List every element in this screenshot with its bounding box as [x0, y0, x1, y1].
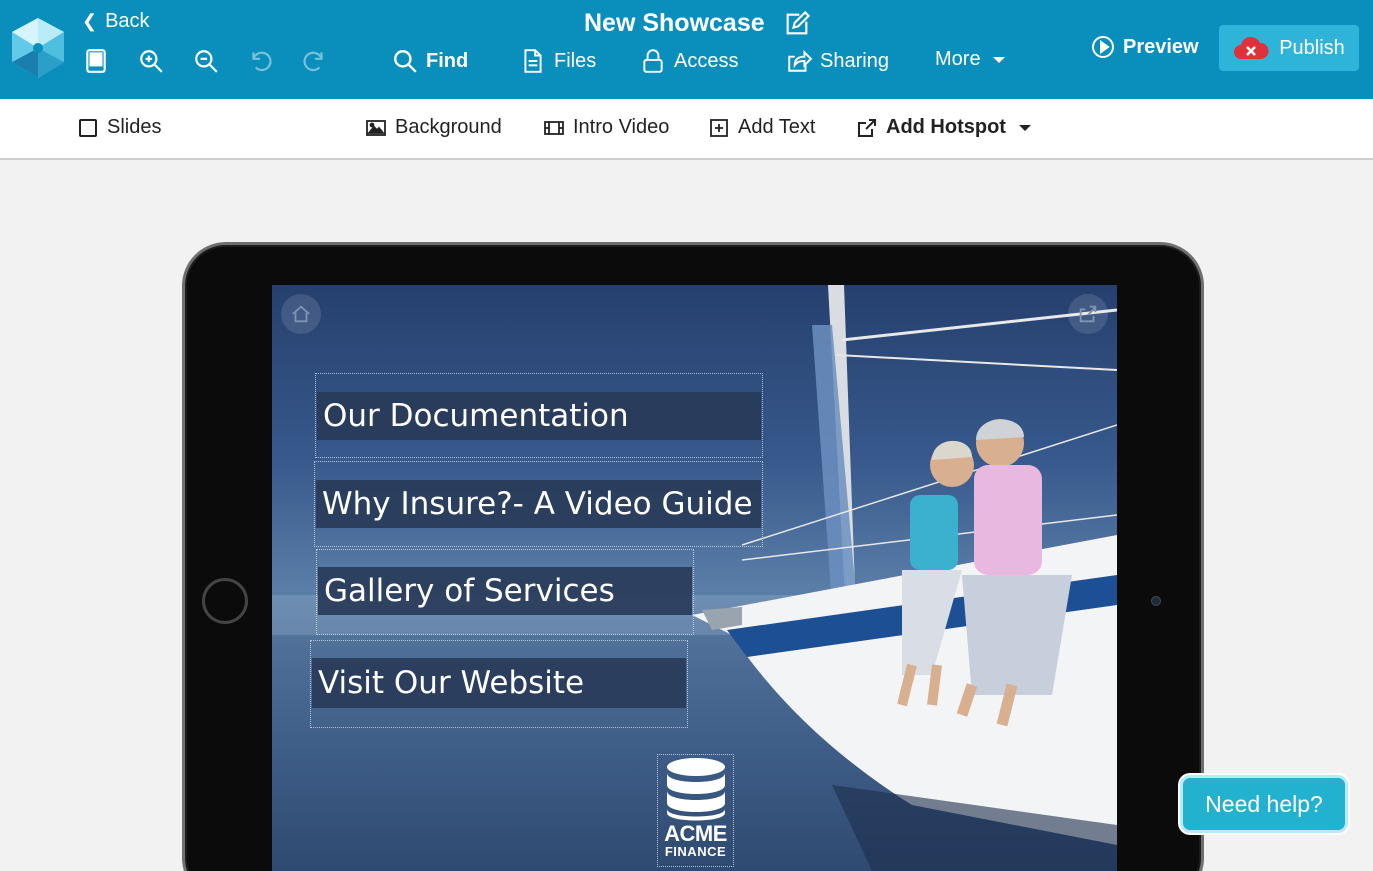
edit-title-icon[interactable]: [783, 10, 811, 38]
slides-toggle[interactable]: Slides: [78, 116, 161, 139]
hotspot-label: Why Insure?- A Video Guide: [316, 480, 761, 528]
caret-down-icon: [1018, 124, 1031, 131]
hotspot-website[interactable]: Visit Our Website: [310, 640, 688, 728]
tablet-camera: [1151, 596, 1161, 606]
play-circle-icon: [1092, 36, 1114, 58]
file-icon: [524, 49, 542, 73]
editor-toolbar: Slides Background Intro Video Add Text A…: [0, 99, 1373, 160]
add-text-label: Add Text: [738, 116, 816, 138]
sharing-button[interactable]: Sharing: [786, 48, 889, 74]
background-button[interactable]: Background: [366, 116, 502, 139]
checkbox-icon: [79, 118, 97, 137]
zoom-in-icon[interactable]: [137, 47, 165, 75]
tablet-home-button: [202, 578, 248, 624]
top-bar: ❮ Back New Showcase Find Files Access Sh…: [0, 0, 1373, 99]
undo-icon[interactable]: [246, 47, 274, 75]
search-icon: [394, 50, 417, 73]
caret-down-icon: [992, 56, 1005, 63]
plus-square-icon: [710, 118, 728, 137]
share-icon: [788, 49, 812, 72]
access-label: Access: [674, 49, 739, 72]
publish-label: Publish: [1279, 36, 1345, 59]
hotspot-label: Our Documentation: [317, 392, 761, 440]
zoom-out-icon[interactable]: [192, 47, 220, 75]
slide-canvas[interactable]: Our Documentation Why Insure?- A Video G…: [272, 285, 1117, 871]
hotspot-gallery[interactable]: Gallery of Services: [316, 549, 694, 635]
background-label: Background: [395, 116, 502, 138]
image-icon: [366, 119, 386, 136]
external-link-icon: [858, 118, 876, 137]
film-icon: [544, 120, 564, 135]
access-button[interactable]: Access: [640, 48, 738, 74]
find-label: Find: [426, 49, 469, 72]
files-label: Files: [554, 49, 597, 72]
database-icon: [666, 758, 725, 821]
preview-label: Preview: [1123, 35, 1199, 58]
add-hotspot-label: Add Hotspot: [886, 116, 1006, 138]
showcase-title: New Showcase: [584, 9, 811, 38]
device-view-icon[interactable]: [82, 47, 110, 75]
logo-line-2: FINANCE: [664, 844, 727, 859]
lock-icon: [643, 49, 663, 73]
slides-label: Slides: [107, 116, 162, 138]
hotspot-label: Visit Our Website: [312, 658, 686, 708]
redo-icon[interactable]: [301, 47, 329, 75]
hotspot-label: Gallery of Services: [318, 567, 692, 615]
acme-finance-logo[interactable]: ACME FINANCE: [657, 754, 734, 867]
publish-button[interactable]: Publish: [1219, 25, 1359, 71]
intro-video-label: Intro Video: [573, 116, 670, 138]
add-text-button[interactable]: Add Text: [709, 116, 815, 139]
back-label: Back: [105, 10, 150, 32]
files-button[interactable]: Files: [520, 48, 596, 74]
chevron-left-icon: ❮: [82, 11, 98, 31]
back-button[interactable]: ❮ Back: [82, 10, 150, 33]
logo-line-1: ACME: [664, 821, 727, 846]
hotspot-video-guide[interactable]: Why Insure?- A Video Guide: [314, 461, 763, 547]
add-hotspot-button[interactable]: Add Hotspot: [857, 116, 1031, 139]
more-label: More: [935, 48, 981, 70]
cloud-error-icon: [1234, 36, 1269, 59]
need-help-button[interactable]: Need help?: [1180, 775, 1348, 833]
preview-button[interactable]: Preview: [1091, 35, 1199, 59]
slide-share-icon[interactable]: [1068, 294, 1108, 334]
intro-video-button[interactable]: Intro Video: [544, 116, 669, 139]
hotspot-documentation[interactable]: Our Documentation: [315, 373, 763, 458]
find-button[interactable]: Find: [392, 48, 468, 74]
slide-home-icon[interactable]: [281, 294, 321, 334]
sharing-label: Sharing: [820, 49, 889, 72]
more-menu-button[interactable]: More: [935, 48, 1005, 71]
app-logo-icon[interactable]: [6, 16, 70, 80]
title-text: New Showcase: [584, 9, 765, 37]
